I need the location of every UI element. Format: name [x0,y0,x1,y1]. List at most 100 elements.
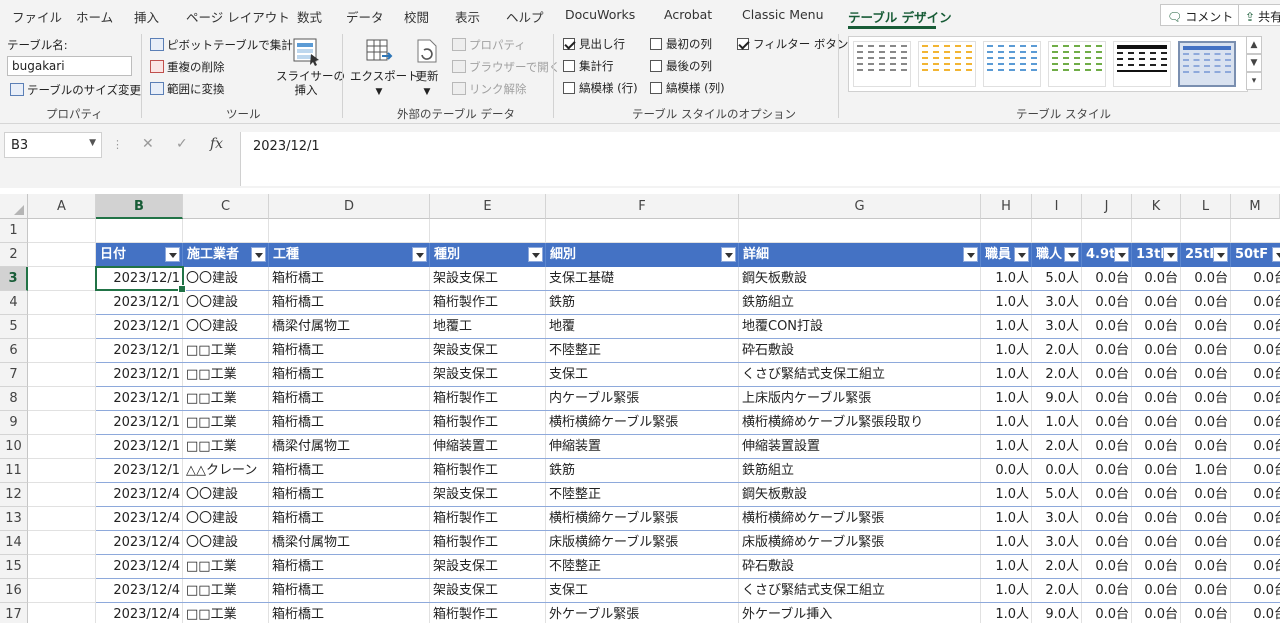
table-cell[interactable]: 不陸整正 [546,483,739,506]
table-header-cell[interactable]: 25tF [1181,243,1231,267]
column-header-f[interactable]: F [546,194,739,219]
table-cell[interactable]: 箱桁製作工 [430,531,546,554]
tab-review[interactable]: 校閲 [404,7,429,26]
table-cell[interactable]: 支保工基礎 [546,267,739,290]
tab-formulas[interactable]: 数式 [297,7,322,26]
filter-dropdown-icon[interactable] [1114,247,1129,262]
table-cell[interactable]: 0.0台 [1181,363,1231,386]
table-cell[interactable]: 1.0人 [981,507,1032,530]
table-cell[interactable]: 箱桁橋工 [269,555,430,578]
filter-dropdown-icon[interactable] [165,247,180,262]
table-style-swatch[interactable] [983,41,1041,87]
table-cell[interactable]: 外ケーブル挿入 [739,603,981,623]
row-header-10[interactable]: 10 [0,435,28,459]
table-cell[interactable]: 0.0台 [1082,507,1132,530]
table-cell[interactable]: 0.0人 [981,459,1032,482]
table-cell[interactable]: 2023/12/1 [96,363,183,386]
table-cell[interactable]: 0.0台 [1132,483,1181,506]
tab-insert[interactable]: 挿入 [134,7,159,26]
table-cell[interactable]: 0.0台 [1231,291,1280,314]
table-cell[interactable]: 地覆CON打設 [739,315,981,338]
table-cell[interactable]: 1.0人 [981,603,1032,623]
refresh-button[interactable]: 更新 ▼ [412,36,442,99]
table-cell[interactable]: 0.0台 [1082,339,1132,362]
table-cell[interactable]: 0.0台 [1082,315,1132,338]
table-cell[interactable]: 架設支保工 [430,555,546,578]
comment-button[interactable]: 🗨 コメント [1160,4,1241,26]
table-cell[interactable]: 橋梁付属物工 [269,435,430,458]
table-cell[interactable]: 箱桁製作工 [430,387,546,410]
table-cell[interactable]: 0.0台 [1132,531,1181,554]
row-header-3[interactable]: 3 [0,267,28,291]
more-styles-icon[interactable]: ▾ [1246,72,1262,90]
table-cell[interactable]: 鉄筋組立 [739,459,981,482]
table-cell[interactable]: 〇〇建設 [183,483,269,506]
tab-file[interactable]: ファイル [12,7,62,26]
table-cell[interactable]: 0.0台 [1181,315,1231,338]
table-cell[interactable]: □□工業 [183,387,269,410]
table-cell[interactable]: 鉄筋 [546,291,739,314]
table-cell[interactable]: 0.0台 [1132,435,1181,458]
table-header-cell[interactable]: 50tF [1231,243,1280,267]
table-cell[interactable]: 〇〇建設 [183,267,269,290]
banded-rows-checkbox[interactable]: 縞模様 (行) [563,80,638,96]
table-cell[interactable]: 0.0台 [1132,459,1181,482]
row-header-11[interactable]: 11 [0,459,28,483]
table-cell[interactable]: 外ケーブル緊張 [546,603,739,623]
insert-function-icon[interactable]: fx [210,136,223,152]
table-cell[interactable]: 5.0人 [1032,483,1082,506]
table-cell[interactable]: 0.0台 [1132,555,1181,578]
row-header-1[interactable]: 1 [0,219,28,243]
table-cell[interactable]: 2.0人 [1032,555,1082,578]
table-cell[interactable]: 0.0台 [1231,339,1280,362]
name-box[interactable]: B3 ▼ [4,132,102,158]
filter-dropdown-icon[interactable] [251,247,266,262]
row-header-2[interactable]: 2 [0,243,28,267]
table-cell[interactable]: 〇〇建設 [183,315,269,338]
filter-dropdown-icon[interactable] [1014,247,1029,262]
convert-to-range-button[interactable]: 範囲に変換 [150,81,225,97]
header-row-checkbox[interactable]: 見出し行 [563,36,625,52]
table-cell[interactable]: 0.0台 [1231,435,1280,458]
table-style-swatch[interactable] [853,41,911,87]
table-cell[interactable]: 上床版内ケーブル緊張 [739,387,981,410]
table-cell[interactable]: 伸縮装置 [546,435,739,458]
table-cell[interactable]: 架設支保工 [430,579,546,602]
scroll-down-icon[interactable]: ▼ [1246,54,1262,72]
table-cell[interactable]: □□工業 [183,363,269,386]
table-cell[interactable]: 2.0人 [1032,435,1082,458]
table-cell[interactable]: 箱桁製作工 [430,603,546,623]
row-header-9[interactable]: 9 [0,411,28,435]
table-cell[interactable]: 1.0人 [981,531,1032,554]
table-cell[interactable]: 0.0台 [1181,411,1231,434]
table-cell[interactable]: 0.0台 [1181,603,1231,623]
table-cell[interactable]: 0.0台 [1132,267,1181,290]
table-name-input[interactable] [7,56,132,76]
banded-columns-checkbox[interactable]: 縞模様 (列) [650,80,725,96]
column-header-l[interactable]: L [1181,194,1231,219]
table-cell[interactable]: 1.0人 [981,435,1032,458]
table-header-cell[interactable]: 詳細 [739,243,981,267]
row-header-12[interactable]: 12 [0,483,28,507]
table-cell[interactable]: 1.0台 [1181,459,1231,482]
column-header-a[interactable]: A [28,194,96,219]
chevron-down-icon[interactable]: ▼ [89,138,96,148]
table-cell[interactable]: 5.0人 [1032,267,1082,290]
table-cell[interactable]: 0.0台 [1231,267,1280,290]
resize-table-button[interactable]: テーブルのサイズ変更 [10,82,141,98]
tab-page-layout[interactable]: ページ レイアウト [186,7,290,26]
table-cell[interactable]: △△クレーン [183,459,269,482]
table-cell[interactable]: 0.0台 [1082,435,1132,458]
table-cell[interactable]: 0.0台 [1132,363,1181,386]
table-header-cell[interactable]: 施工業者 [183,243,269,267]
table-cell[interactable]: 床版横締ケーブル緊張 [546,531,739,554]
table-cell[interactable]: 0.0台 [1132,387,1181,410]
row-header-7[interactable]: 7 [0,363,28,387]
column-header-i[interactable]: I [1032,194,1082,219]
filter-dropdown-icon[interactable] [721,247,736,262]
column-header-h[interactable]: H [981,194,1032,219]
last-column-checkbox[interactable]: 最後の列 [650,58,712,74]
open-in-browser-button[interactable]: ブラウザーで開く [452,59,560,75]
table-cell[interactable]: 0.0台 [1082,363,1132,386]
column-header-g[interactable]: G [739,194,981,219]
